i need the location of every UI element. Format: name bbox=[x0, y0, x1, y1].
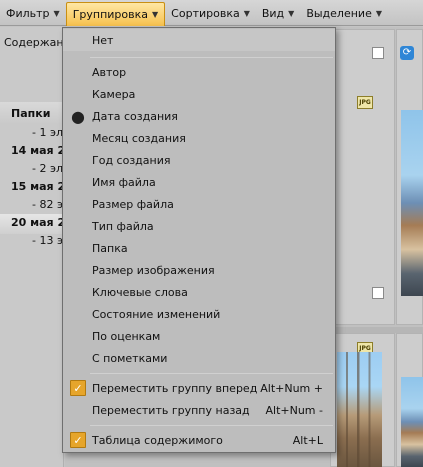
menu-item-image-size[interactable]: Размер изображения bbox=[63, 259, 335, 281]
group-date[interactable]: 20 мая 20 bbox=[11, 216, 63, 229]
chevron-down-icon: ▼ bbox=[375, 9, 382, 18]
menu-item-edit-state[interactable]: Состояние изменений bbox=[63, 303, 335, 325]
menu-item-keywords[interactable]: Ключевые слова bbox=[63, 281, 335, 303]
thumbnail-cell[interactable] bbox=[330, 29, 395, 325]
menu-item-label: Нет bbox=[92, 33, 114, 47]
menu-item-file-size[interactable]: Размер файла bbox=[63, 193, 335, 215]
checkmark-icon: ✓ bbox=[70, 432, 86, 448]
select-checkbox[interactable] bbox=[372, 47, 384, 59]
group-count[interactable]: - 2 эл bbox=[32, 162, 63, 175]
menu-item-label: Состояние изменений bbox=[92, 307, 221, 321]
menu-item-none[interactable]: Нет bbox=[63, 29, 335, 51]
group-count[interactable]: - 82 эл bbox=[32, 198, 63, 211]
select-checkbox[interactable] bbox=[372, 287, 384, 299]
menu-item-author[interactable]: Автор bbox=[63, 61, 335, 83]
menu-filter[interactable]: Фильтр ▼ bbox=[0, 3, 66, 25]
menu-filter-label: Фильтр bbox=[6, 7, 50, 20]
photo-thumbnail[interactable] bbox=[401, 110, 423, 296]
menu-item-label: Размер файла bbox=[92, 197, 174, 211]
menu-item-flagged[interactable]: С пометками bbox=[63, 347, 335, 369]
contents-panel: Содержани Папки - 1 эл 14 мая 20 - 2 эл … bbox=[0, 27, 64, 467]
menu-sorting[interactable]: Сортировка ▼ bbox=[165, 3, 256, 25]
chevron-down-icon: ▼ bbox=[53, 9, 60, 18]
menu-item-label: Месяц создания bbox=[92, 131, 186, 145]
menu-item-label: Ключевые слова bbox=[92, 285, 188, 299]
menu-item-camera[interactable]: Камера bbox=[63, 83, 335, 105]
menu-separator bbox=[90, 57, 333, 58]
menu-view[interactable]: Вид ▼ bbox=[256, 3, 300, 25]
group-date[interactable]: 14 мая 20 bbox=[11, 144, 63, 157]
group-date[interactable]: 15 мая 20 bbox=[11, 180, 63, 193]
menu-item-contents-table[interactable]: ✓ Таблица содержимого Alt+L bbox=[63, 429, 335, 451]
menu-item-file-name[interactable]: Имя файла bbox=[63, 171, 335, 193]
menu-grouping-label: Группировка bbox=[72, 8, 149, 21]
menu-item-label: Размер изображения bbox=[92, 263, 215, 277]
menu-item-move-group-forward[interactable]: ✓ Переместить группу вперед Alt+Num + bbox=[63, 377, 335, 399]
menu-item-label: По оценкам bbox=[92, 329, 161, 343]
menu-item-by-rating[interactable]: По оценкам bbox=[63, 325, 335, 347]
menu-selection-label: Выделение bbox=[306, 7, 372, 20]
grouping-dropdown: Нет Автор Камера ● Дата создания Месяц с… bbox=[62, 27, 336, 453]
chevron-down-icon: ▼ bbox=[243, 9, 250, 18]
menu-item-creation-year[interactable]: Год создания bbox=[63, 149, 335, 171]
menu-item-label: Год создания bbox=[92, 153, 171, 167]
menu-item-label: Таблица содержимого bbox=[92, 433, 223, 447]
menu-item-label: Тип файла bbox=[92, 219, 154, 233]
menu-grouping[interactable]: Группировка ▼ bbox=[65, 2, 166, 26]
contents-panel-title: Содержани bbox=[4, 36, 64, 49]
chevron-down-icon: ▼ bbox=[152, 10, 159, 19]
menu-item-label: Переместить группу вперед bbox=[92, 381, 258, 395]
menu-view-label: Вид bbox=[261, 7, 285, 20]
menu-separator bbox=[90, 373, 333, 374]
menu-item-move-group-back[interactable]: Переместить группу назад Alt+Num - bbox=[63, 399, 335, 421]
menu-item-label: Дата создания bbox=[92, 109, 178, 123]
menu-item-creation-month[interactable]: Месяц создания bbox=[63, 127, 335, 149]
menu-sorting-label: Сортировка bbox=[171, 7, 240, 20]
menu-item-folder[interactable]: Папка bbox=[63, 237, 335, 259]
menu-item-shortcut: Alt+Num + bbox=[260, 381, 323, 395]
menu-separator bbox=[90, 425, 333, 426]
menu-bar: Фильтр ▼ Группировка ▼ Сортировка ▼ Вид … bbox=[0, 0, 423, 26]
group-count[interactable]: - 13 эл bbox=[32, 234, 63, 247]
checkmark-icon: ✓ bbox=[70, 380, 86, 396]
menu-item-label: Камера bbox=[92, 87, 136, 101]
menu-item-shortcut: Alt+Num - bbox=[265, 403, 324, 417]
bullet-icon: ● bbox=[71, 106, 85, 126]
jpg-badge-label: JPG bbox=[359, 345, 371, 352]
jpg-file-icon: JPG bbox=[357, 96, 373, 109]
photo-thumbnail[interactable] bbox=[337, 352, 382, 467]
menu-item-label: Автор bbox=[92, 65, 127, 79]
menu-item-label: Переместить группу назад bbox=[92, 403, 250, 417]
menu-selection[interactable]: Выделение ▼ bbox=[300, 3, 388, 25]
group-count[interactable]: - 1 эл bbox=[32, 126, 63, 139]
group-folders[interactable]: Папки bbox=[11, 107, 50, 120]
chevron-down-icon: ▼ bbox=[288, 9, 295, 18]
menu-item-label: Имя файла bbox=[92, 175, 156, 189]
menu-item-shortcut: Alt+L bbox=[292, 433, 323, 447]
sync-icon: ⟳ bbox=[400, 46, 414, 60]
menu-item-creation-date[interactable]: ● Дата создания bbox=[63, 105, 335, 127]
photo-thumbnail[interactable] bbox=[401, 377, 423, 467]
menu-item-label: С пометками bbox=[92, 351, 168, 365]
menu-item-file-type[interactable]: Тип файла bbox=[63, 215, 335, 237]
jpg-badge-label: JPG bbox=[359, 99, 371, 106]
menu-item-label: Папка bbox=[92, 241, 128, 255]
